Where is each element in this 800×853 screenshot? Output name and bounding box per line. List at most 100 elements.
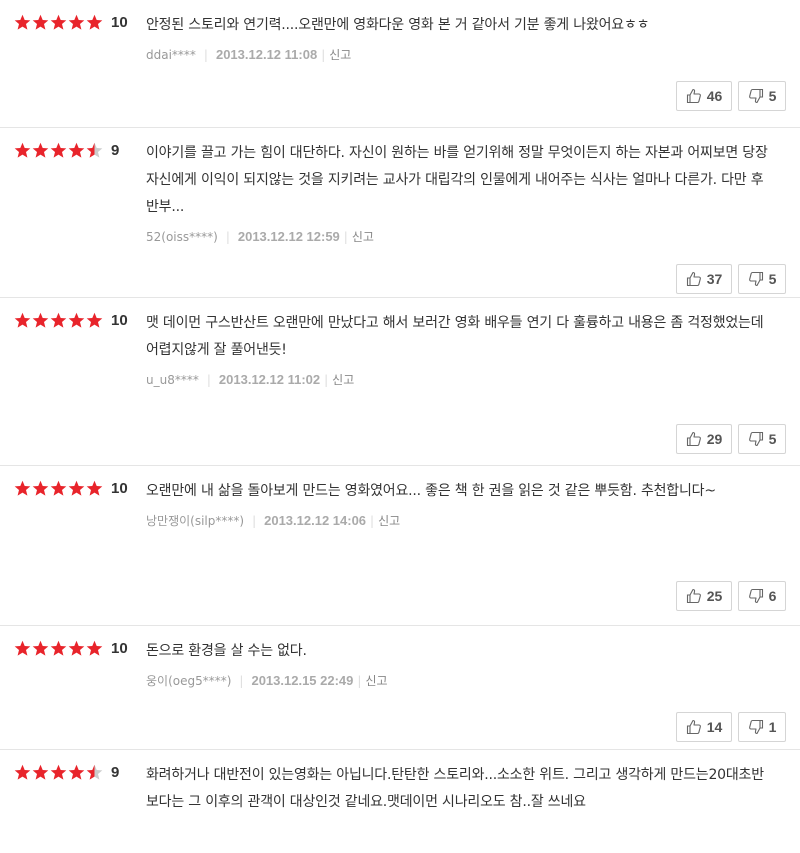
divider: | [370,513,375,528]
review-meta: u_u8**** | 2013.12.12 11:02 | 신고 [146,371,776,388]
review-body: 오랜만에 내 삶을 돌아보게 만드는 영화였어요... 좋은 책 한 권을 읽은… [146,478,776,529]
rating: 10 [14,640,128,657]
review-text: 화려하거나 대반전이 있는영화는 아닙니다.탄탄한 스토리와...소소한 위트.… [146,767,764,810]
vote-buttons: 25 6 [670,581,786,611]
star-icon [32,14,49,30]
star-icon [32,480,49,496]
star-icon [86,14,103,30]
rating-score: 10 [111,312,128,329]
dislike-button[interactable]: 5 [738,264,786,294]
like-button[interactable]: 37 [676,264,732,294]
star-rating [14,14,104,31]
review-item: 9 화려하거나 대반전이 있는영화는 아닙니다.탄탄한 스토리와...소소한 위트… [0,750,800,853]
star-icon [32,312,49,328]
report-link[interactable]: 신고 [378,512,400,529]
review-text: 오랜만에 내 삶을 돌아보게 만드는 영화였어요... 좋은 책 한 권을 읽은… [146,483,716,499]
divider: | [324,372,329,387]
star-icon [68,14,85,30]
dislike-button[interactable]: 5 [738,424,786,454]
dislike-button[interactable]: 1 [738,712,786,742]
star-icon [14,14,31,30]
review-body: 화려하거나 대반전이 있는영화는 아닙니다.탄탄한 스토리와...소소한 위트.… [146,762,776,816]
vote-buttons: 29 5 [670,424,786,454]
rating-score: 10 [111,640,128,657]
review-text: 안정된 스토리와 연기력....오랜만에 영화다운 영화 본 거 같아서 기분 … [146,17,650,33]
star-icon [86,142,103,158]
star-rating [14,312,104,329]
thumbs-up-icon [686,88,701,104]
report-link[interactable]: 신고 [352,228,374,245]
review-item: 10 오랜만에 내 삶을 돌아보게 만드는 영화였어요... 좋은 책 한 권을 … [0,466,800,626]
dislike-count: 6 [768,588,777,604]
rating-score: 9 [111,142,120,159]
rating: 10 [14,14,128,31]
star-icon [32,142,49,158]
vote-buttons: 46 5 [670,81,786,111]
star-rating [14,764,104,781]
thumbs-down-icon [748,88,763,104]
review-text: 돈으로 환경을 살 수는 없다. [146,643,307,659]
dislike-count: 1 [768,719,777,735]
review-text: 맷 데이먼 구스반산트 오랜만에 만났다고 해서 보러간 영화 배우들 연기 다… [146,315,764,358]
divider: | [321,47,326,62]
report-link[interactable]: 신고 [329,46,351,63]
review-meta: ddai**** | 2013.12.12 11:08 | 신고 [146,46,776,63]
star-icon [14,480,31,496]
review-meta: 52(oiss****) | 2013.12.12 12:59 | 신고 [146,228,776,245]
rating: 10 [14,480,128,497]
thumbs-up-icon [686,431,701,447]
rating: 9 [14,142,119,159]
star-icon [86,764,103,780]
review-date: 2013.12.12 11:02 [218,372,321,387]
dislike-count: 5 [768,431,777,447]
like-button[interactable]: 14 [676,712,732,742]
rating-score: 10 [111,480,128,497]
review-meta: 낭만쟁이(silp****) | 2013.12.12 14:06 | 신고 [146,512,776,529]
review-author: u_u8**** [146,372,199,387]
like-count: 14 [706,719,723,735]
star-icon [86,312,103,328]
review-date: 2013.12.12 12:59 [237,229,340,244]
review-author: ddai**** [146,47,196,62]
dislike-button[interactable]: 5 [738,81,786,111]
report-link[interactable]: 신고 [332,371,354,388]
review-body: 이야기를 끌고 가는 힘이 대단하다. 자신이 원하는 바를 얻기위해 정말 무… [146,140,776,245]
report-link[interactable]: 신고 [365,672,387,689]
dislike-button[interactable]: 6 [738,581,786,611]
review-item: 9 이야기를 끌고 가는 힘이 대단하다. 자신이 원하는 바를 얻기위해 정말 … [0,128,800,298]
like-button[interactable]: 29 [676,424,732,454]
star-icon [86,480,103,496]
star-icon [32,764,49,780]
review-list: 10 안정된 스토리와 연기력....오랜만에 영화다운 영화 본 거 같아서 기… [0,0,800,853]
review-date: 2013.12.12 11:08 [215,47,318,62]
like-count: 46 [706,88,723,104]
rating-score: 9 [111,764,120,781]
like-button[interactable]: 25 [676,581,732,611]
star-icon [14,640,31,656]
review-item: 10 맷 데이먼 구스반산트 오랜만에 만났다고 해서 보러간 영화 배우들 연기… [0,298,800,466]
review-body: 돈으로 환경을 살 수는 없다. 웅이(oeg5****) | 2013.12.15 … [146,638,776,689]
star-icon [50,312,67,328]
vote-buttons: 14 1 [670,712,786,742]
star-rating [14,640,104,657]
dislike-count: 5 [768,88,777,104]
vote-buttons: 37 5 [670,264,786,294]
star-icon [68,142,85,158]
review-body: 안정된 스토리와 연기력....오랜만에 영화다운 영화 본 거 같아서 기분 … [146,12,776,63]
review-item: 10 안정된 스토리와 연기력....오랜만에 영화다운 영화 본 거 같아서 기… [0,0,800,128]
divider: | [343,229,348,244]
star-icon [50,480,67,496]
like-count: 37 [706,271,723,287]
rating: 9 [14,764,119,781]
like-button[interactable]: 46 [676,81,732,111]
thumbs-down-icon [748,431,763,447]
divider: | [239,673,244,688]
star-icon [86,640,103,656]
star-icon [68,312,85,328]
thumbs-down-icon [748,588,763,604]
star-icon [68,640,85,656]
rating: 10 [14,312,128,329]
star-rating [14,480,104,497]
divider: | [252,513,257,528]
divider: | [225,229,230,244]
